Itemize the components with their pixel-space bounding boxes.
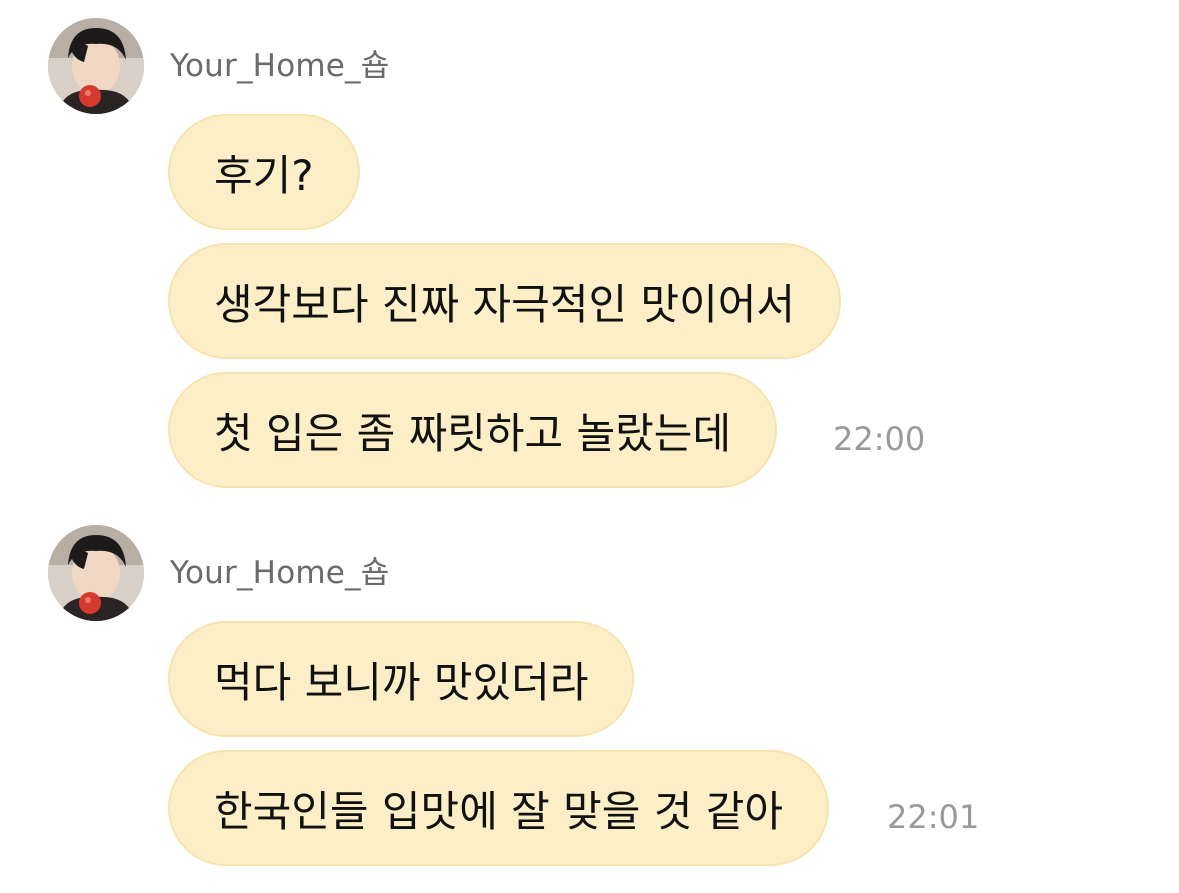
- message-timestamp: 22:01: [887, 798, 980, 836]
- avatar[interactable]: [48, 18, 144, 114]
- message-bubble[interactable]: 먹다 보니까 맛있더라: [168, 621, 635, 737]
- message-bubble[interactable]: 생각보다 진짜 자극적인 맛이어서: [168, 243, 842, 359]
- message-bubble[interactable]: 첫 입은 좀 짜릿하고 놀랐는데: [168, 372, 778, 488]
- sender-name: Your_Home_숍: [170, 555, 390, 591]
- message-timestamp: 22:00: [833, 420, 926, 458]
- profile-photo-icon: [48, 525, 144, 621]
- message-bubble[interactable]: 한국인들 입맛에 잘 맞을 것 같아: [168, 750, 830, 866]
- sender-name: Your_Home_숍: [170, 48, 390, 84]
- avatar[interactable]: [48, 525, 144, 621]
- message-bubble[interactable]: 후기?: [168, 114, 360, 230]
- profile-photo-icon: [48, 18, 144, 114]
